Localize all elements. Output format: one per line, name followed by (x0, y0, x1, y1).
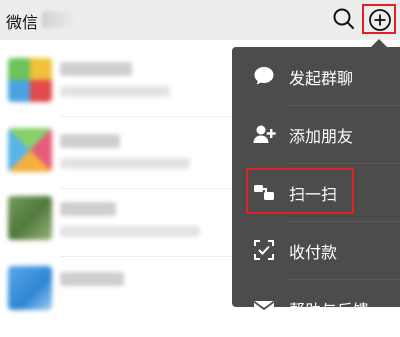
chat-name-blurred (60, 202, 116, 216)
menu-item-add-friend[interactable]: 添加朋友 (232, 105, 400, 163)
chat-name-blurred (60, 272, 124, 286)
chat-preview-blurred (60, 226, 200, 237)
chat-name-blurred (60, 62, 132, 76)
menu-item-label: 收付款 (289, 243, 338, 262)
payment-scan-icon (254, 240, 274, 260)
scan-highlight-box (246, 168, 354, 214)
menu-item-start-group-chat[interactable]: 发起群聊 (232, 47, 400, 105)
search-button[interactable] (331, 6, 357, 32)
menu-item-label: 发起群聊 (289, 69, 354, 88)
avatar-blurred (8, 196, 52, 240)
chat-preview-blurred (60, 86, 170, 97)
top-bar: 微信 (0, 0, 400, 40)
menu-item-receive-payment[interactable]: 收付款 (232, 221, 400, 279)
app-title: 微信 (6, 13, 39, 32)
chat-name-blurred (60, 134, 120, 148)
menu-item-label: 添加朋友 (289, 127, 354, 146)
chat-preview-blurred (60, 158, 190, 169)
menu-item-label: 帮助与反馈 (289, 301, 370, 320)
chat-bubble-icon (254, 67, 274, 85)
avatar-blurred (8, 58, 52, 102)
search-icon (333, 8, 354, 29)
menu-item-help-feedback[interactable]: 帮助与反馈 (232, 279, 400, 337)
title-unread-count-blurred (42, 11, 78, 28)
plus-circle-icon (369, 9, 391, 31)
menu-caret (371, 39, 387, 47)
avatar-blurred (8, 128, 52, 172)
add-button[interactable] (362, 4, 396, 34)
add-friend-icon (253, 125, 276, 143)
avatar-blurred (8, 266, 52, 310)
